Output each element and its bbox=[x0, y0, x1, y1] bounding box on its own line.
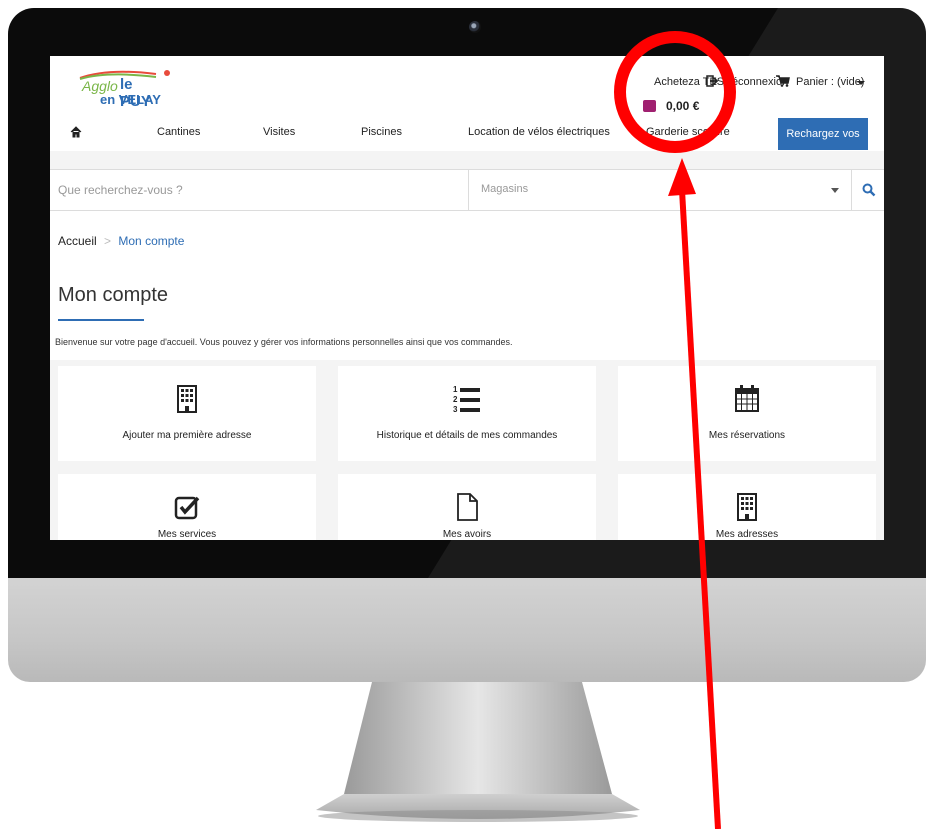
site-logo[interactable]: Agglo le PUY en VELAY bbox=[72, 62, 170, 110]
nav-item-garderie[interactable]: Garderie scolaire bbox=[646, 126, 730, 138]
account-cards: Ajouter ma première adresse 123 Historiq… bbox=[50, 360, 884, 540]
header-band bbox=[50, 151, 884, 169]
nav-item-cantines[interactable]: Cantines bbox=[157, 126, 200, 138]
ordered-list-icon: 123 bbox=[453, 385, 480, 414]
checkbox-icon bbox=[174, 496, 200, 520]
home-icon[interactable] bbox=[70, 126, 82, 138]
card-order-history[interactable]: 123 Historique et détails de mes command… bbox=[338, 366, 596, 461]
logo-text-envelay: en VELAY bbox=[100, 92, 161, 107]
main-nav: Cantines Visites Piscines Location de vé… bbox=[50, 118, 884, 172]
nav-item-velos[interactable]: Location de vélos électriques bbox=[468, 126, 610, 138]
logo-sun-icon bbox=[164, 70, 170, 76]
webcam-icon bbox=[469, 21, 481, 33]
wallet-icon bbox=[643, 100, 656, 112]
site-header: Agglo le PUY en VELAY Acheteza TEST Déco… bbox=[50, 56, 884, 172]
calendar-icon bbox=[735, 385, 759, 412]
card-label: Mes adresses bbox=[715, 529, 779, 540]
svg-text:3: 3 bbox=[453, 405, 458, 414]
card-addresses[interactable]: Mes adresses bbox=[618, 474, 876, 540]
chevron-down-icon bbox=[831, 188, 839, 193]
search-icon bbox=[862, 183, 876, 197]
monitor-chin bbox=[8, 578, 926, 682]
cart-link[interactable]: Panier : (vide) bbox=[796, 76, 864, 88]
welcome-text: Bienvenue sur votre page d'accueil. Vous… bbox=[55, 337, 513, 347]
store-select[interactable]: Magasins bbox=[468, 170, 851, 210]
store-select-value: Magasins bbox=[481, 183, 529, 195]
nav-item-visites[interactable]: Visites bbox=[263, 126, 295, 138]
monitor-stand bbox=[316, 682, 640, 822]
title-underline bbox=[58, 319, 144, 321]
breadcrumb-home[interactable]: Accueil bbox=[58, 234, 97, 248]
file-icon bbox=[457, 493, 478, 521]
card-label: Mes réservations bbox=[708, 430, 786, 441]
card-label: Mes avoirs bbox=[442, 529, 492, 540]
cart-icon[interactable] bbox=[776, 75, 790, 87]
breadcrumb-separator: > bbox=[104, 234, 112, 248]
recharge-button[interactable]: Rechargez vos crédits bbox=[778, 118, 868, 172]
card-label: Ajouter ma première adresse bbox=[122, 430, 252, 441]
credit-balance: 0,00 € bbox=[666, 99, 700, 113]
search-button[interactable] bbox=[851, 170, 884, 210]
nav-item-piscines[interactable]: Piscines bbox=[361, 126, 402, 138]
card-add-address[interactable]: Ajouter ma première adresse bbox=[58, 366, 316, 461]
logout-icon[interactable] bbox=[706, 75, 718, 87]
breadcrumb-current: Mon compte bbox=[118, 234, 185, 248]
building-icon bbox=[737, 493, 757, 521]
chevron-down-icon[interactable] bbox=[857, 81, 865, 85]
svg-text:2: 2 bbox=[453, 395, 458, 404]
building-icon bbox=[177, 385, 197, 413]
search-input[interactable] bbox=[50, 170, 468, 210]
breadcrumb: Accueil > Mon compte bbox=[58, 234, 184, 248]
page-title: Mon compte bbox=[58, 284, 169, 306]
user-name[interactable]: Acheteza TEST bbox=[654, 76, 731, 88]
card-credits[interactable]: Mes avoirs bbox=[338, 474, 596, 540]
card-label: Mes services bbox=[157, 529, 217, 540]
website-screen: Agglo le PUY en VELAY Acheteza TEST Déco… bbox=[50, 56, 884, 540]
card-reservations[interactable]: Mes réservations bbox=[618, 366, 876, 461]
search-bar: Magasins bbox=[50, 169, 884, 211]
svg-text:1: 1 bbox=[453, 385, 458, 394]
card-label: Historique et détails de mes commandes bbox=[376, 430, 558, 441]
card-services[interactable]: Mes services bbox=[58, 474, 316, 540]
